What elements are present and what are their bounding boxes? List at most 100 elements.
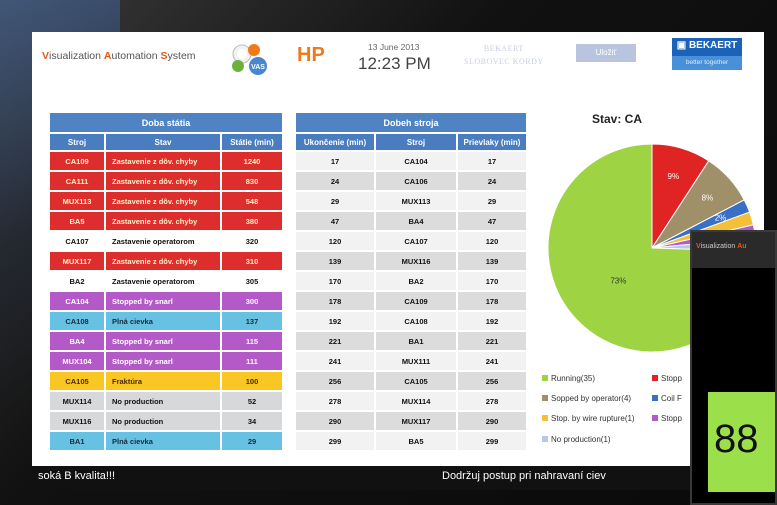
table-row: 170 BA2 170 <box>296 272 528 292</box>
legend-label: No production(1) <box>551 435 611 444</box>
end-minutes-cell: 299 <box>296 432 376 452</box>
brand-word-3: ystem <box>167 50 196 62</box>
overlay-header: Visualization Au <box>692 232 775 268</box>
machine-cell: CA105 <box>50 372 106 392</box>
machine-cell: CA107 <box>376 232 458 252</box>
minutes-cell: 380 <box>222 212 284 232</box>
status-cell: Zastavenie z dôv. chyby <box>106 252 222 272</box>
machine-cell: CA105 <box>376 372 458 392</box>
legend-label: Sopped by operator(4) <box>551 394 632 403</box>
table-row: MUX114 No production 52 <box>50 392 284 412</box>
machine-cell: CA108 <box>50 312 106 332</box>
die-minutes-cell: 278 <box>458 392 528 412</box>
overlay-brand: Visualization Au <box>696 243 747 250</box>
table-row: BA1 Plná cievka 29 <box>50 432 284 452</box>
machine-cell: CA107 <box>50 232 106 252</box>
minutes-cell: 830 <box>222 172 284 192</box>
table-row: 192 CA108 192 <box>296 312 528 332</box>
brand-word-1: isualization <box>49 50 104 62</box>
machine-cell: MUX116 <box>376 252 458 272</box>
minutes-cell: 111 <box>222 352 284 372</box>
end-minutes-cell: 241 <box>296 352 376 372</box>
machine-cell: BA4 <box>50 332 106 352</box>
machine-cell: CA104 <box>50 292 106 312</box>
legend-swatch <box>652 375 658 381</box>
legend-swatch <box>652 395 658 401</box>
table-row: 299 BA5 299 <box>296 432 528 452</box>
end-minutes-cell: 192 <box>296 312 376 332</box>
vas-gears-logo-icon: VAS <box>232 44 267 75</box>
legend-swatch <box>542 436 548 442</box>
machine-cell: BA1 <box>50 432 106 452</box>
time-label: 12:23 PM <box>358 54 431 73</box>
die-minutes-cell: 178 <box>458 292 528 312</box>
ticker-message-left: soká B kvalita!!! <box>38 470 116 482</box>
minutes-cell: 52 <box>222 392 284 412</box>
machine-cell: MUX113 <box>50 192 106 212</box>
end-minutes-cell: 221 <box>296 332 376 352</box>
machine-cell: CA111 <box>50 172 106 192</box>
header-bar: Visualization Automation System VAS HP 1… <box>32 32 764 110</box>
legend-swatch <box>652 415 658 421</box>
runtime-table: Dobeh stroja Ukončenie (min) Stroj Priev… <box>296 113 528 452</box>
table-row: 139 MUX116 139 <box>296 252 528 272</box>
status-cell: Zastavenie z dôv. chyby <box>106 192 222 212</box>
table-row: BA5 Zastavenie z dôv. chyby 380 <box>50 212 284 232</box>
status-cell: Stopped by snarl <box>106 332 222 352</box>
brand-letter-s: S <box>160 50 168 62</box>
status-cell: Stopped by snarl <box>106 352 222 372</box>
minutes-cell: 100 <box>222 372 284 392</box>
status-cell: Zastavenie operatorom <box>106 272 222 292</box>
minutes-cell: 305 <box>222 272 284 292</box>
minutes-cell: 548 <box>222 192 284 212</box>
status-cell: Plná cievka <box>106 312 222 332</box>
table-row: CA111 Zastavenie z dôv. chyby 830 <box>50 172 284 192</box>
status-cell: Zastavenie z dôv. chyby <box>106 172 222 192</box>
machine-cell: CA109 <box>50 152 106 172</box>
status-cell: No production <box>106 392 222 412</box>
machine-cell: MUX116 <box>50 412 106 432</box>
date-label: 13 June 2013 <box>368 42 420 52</box>
overlay-brand-word: isualization <box>700 243 738 250</box>
legend-item: Running(35) <box>542 374 595 383</box>
die-minutes-cell: 139 <box>458 252 528 272</box>
dashboard-screen: Visualization Automation System VAS HP 1… <box>32 32 764 490</box>
die-minutes-cell: 120 <box>458 232 528 252</box>
end-minutes-cell: 170 <box>296 272 376 292</box>
column-header: Státie (min) <box>222 134 284 152</box>
die-minutes-cell: 290 <box>458 412 528 432</box>
status-cell: Zastavenie z dôv. chyby <box>106 152 222 172</box>
slice-label: 8% <box>702 194 714 203</box>
message-ticker: soká B kvalita!!! Dodržuj postup pri nah… <box>32 466 764 490</box>
machine-cell: MUX113 <box>376 192 458 212</box>
die-minutes-cell: 299 <box>458 432 528 452</box>
table-row: 17 CA104 17 <box>296 152 528 172</box>
table-row: CA109 Zastavenie z dôv. chyby 1240 <box>50 152 284 172</box>
die-minutes-cell: 256 <box>458 372 528 392</box>
machine-cell: MUX104 <box>50 352 106 372</box>
machine-code: HP <box>297 44 325 66</box>
table-row: CA108 Plná cievka 137 <box>50 312 284 332</box>
end-minutes-cell: 178 <box>296 292 376 312</box>
legend-swatch <box>542 415 548 421</box>
ticker-message-right: Dodržuj postup pri nahravaní ciev <box>442 470 606 482</box>
minutes-cell: 1240 <box>222 152 284 172</box>
machine-cell: CA106 <box>376 172 458 192</box>
column-header: Ukončenie (min) <box>296 134 376 152</box>
downtime-table: Doba státia Stroj Stav Státie (min) CA10… <box>50 113 284 452</box>
status-cell: No production <box>106 412 222 432</box>
minutes-cell: 300 <box>222 292 284 312</box>
minutes-cell: 137 <box>222 312 284 332</box>
machine-cell: CA104 <box>376 152 458 172</box>
save-button[interactable]: Uložiť <box>576 44 636 62</box>
end-minutes-cell: 139 <box>296 252 376 272</box>
machine-cell: BA5 <box>376 432 458 452</box>
legend-item: Stopp <box>652 414 682 423</box>
faded-plant-line-2: SLOBOVEC KORDY <box>464 57 544 66</box>
die-minutes-cell: 192 <box>458 312 528 332</box>
minutes-cell: 320 <box>222 232 284 252</box>
status-cell: Stopped by snarl <box>106 292 222 312</box>
brand-letter-v: V <box>42 50 50 62</box>
column-header: Stroj <box>376 134 458 152</box>
die-minutes-cell: 170 <box>458 272 528 292</box>
